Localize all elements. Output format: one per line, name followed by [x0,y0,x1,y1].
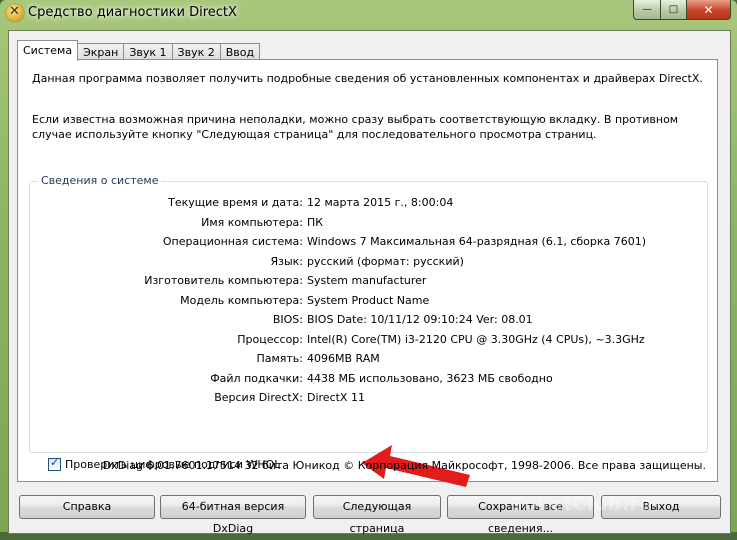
directx-app-icon: ✕ [6,4,24,22]
info-value: DirectX 11 [307,391,365,404]
info-label: Имя компьютера: [201,216,303,229]
info-label: Язык: [270,255,303,268]
tab-system[interactable]: Система [17,40,79,61]
footer-text: DxDiag 6.01.7601.17514 32 бита Юникод © … [102,459,706,472]
info-row-model: Модель компьютера: System Product Name [30,294,707,313]
info-label: Файл подкачки: [210,372,303,385]
info-label: Модель компьютера: [180,294,303,307]
info-value: Intel(R) Core(TM) i3-2120 CPU @ 3.30GHz … [307,333,645,346]
info-label: Операционная система: [162,235,303,248]
info-label: BIOS: [272,313,303,326]
system-info-group-title: Сведения о системе [38,174,162,187]
maximize-button[interactable]: □ [661,0,687,20]
info-value: System Product Name [307,294,430,307]
help-button[interactable]: Справка [19,495,155,519]
system-tab-panel: Данная программа позволяет получить подр… [17,59,718,487]
info-label: Процессор: [237,333,303,346]
info-row-manufacturer: Изготовитель компьютера: System manufact… [30,274,707,293]
info-label: Версия DirectX: [214,391,303,404]
window-frame: ✕ Средство диагностики DirectX — □ ✕ Сис… [0,0,737,535]
info-value: 4096MB RAM [307,352,380,365]
info-row-datetime: Текущие время и дата: 12 марта 2015 г., … [30,196,707,215]
info-value: 4438 МБ использовано, 3623 МБ свободно [307,372,553,385]
watermark-text: SovetClub.ru [510,494,654,515]
info-row-language: Язык: русский (формат: русский) [30,255,707,274]
system-info-group: Сведения о системе Текущие время и дата:… [29,174,708,453]
info-row-directx-version: Версия DirectX: DirectX 11 [30,391,707,410]
info-label: Текущие время и дата: [168,196,303,209]
close-button[interactable]: ✕ [687,0,731,20]
dialog-client: Система Экран Звук 1 Звук 2 Ввод Данная … [8,30,731,535]
info-row-processor: Процессор: Intel(R) Core(TM) i3-2120 CPU… [30,333,707,352]
info-value: русский (формат: русский) [307,255,464,268]
info-row-os: Операционная система: Windows 7 Максимал… [30,235,707,254]
info-row-pagefile: Файл подкачки: 4438 МБ использовано, 362… [30,372,707,391]
info-value: ПК [307,216,324,229]
next-page-button[interactable]: Следующая страница [313,495,441,535]
title-bar[interactable]: ✕ Средство диагностики DirectX — □ ✕ [0,0,737,28]
info-row-computer-name: Имя компьютера: ПК [30,216,707,235]
whql-checkbox[interactable]: ✓ [48,456,61,471]
minimize-button[interactable]: — [633,0,661,20]
info-row-memory: Память: 4096MB RAM [30,352,707,371]
intro-text-2: Если известна возможная причина неполадк… [32,113,679,141]
info-label: Память: [256,352,303,365]
info-label: Изготовитель компьютера: [144,274,303,287]
info-value: Windows 7 Максимальная 64-разрядная (6.1… [307,235,647,248]
window-title: Средство диагностики DirectX [28,5,237,20]
dxdiag-64bit-button[interactable]: 64-битная версия DxDiag [160,495,306,535]
tab-strip: Система Экран Звук 1 Звук 2 Ввод [17,40,261,61]
window-controls: — □ ✕ [633,0,731,20]
info-value: System manufacturer [307,274,427,287]
info-value: BIOS Date: 10/11/12 09:10:24 Ver: 08.01 [307,313,533,326]
intro-text-1: Данная программа позволяет получить подр… [32,72,703,85]
info-value: 12 марта 2015 г., 8:00:04 [307,196,454,209]
info-row-bios: BIOS: BIOS Date: 10/11/12 09:10:24 Ver: … [30,313,707,332]
